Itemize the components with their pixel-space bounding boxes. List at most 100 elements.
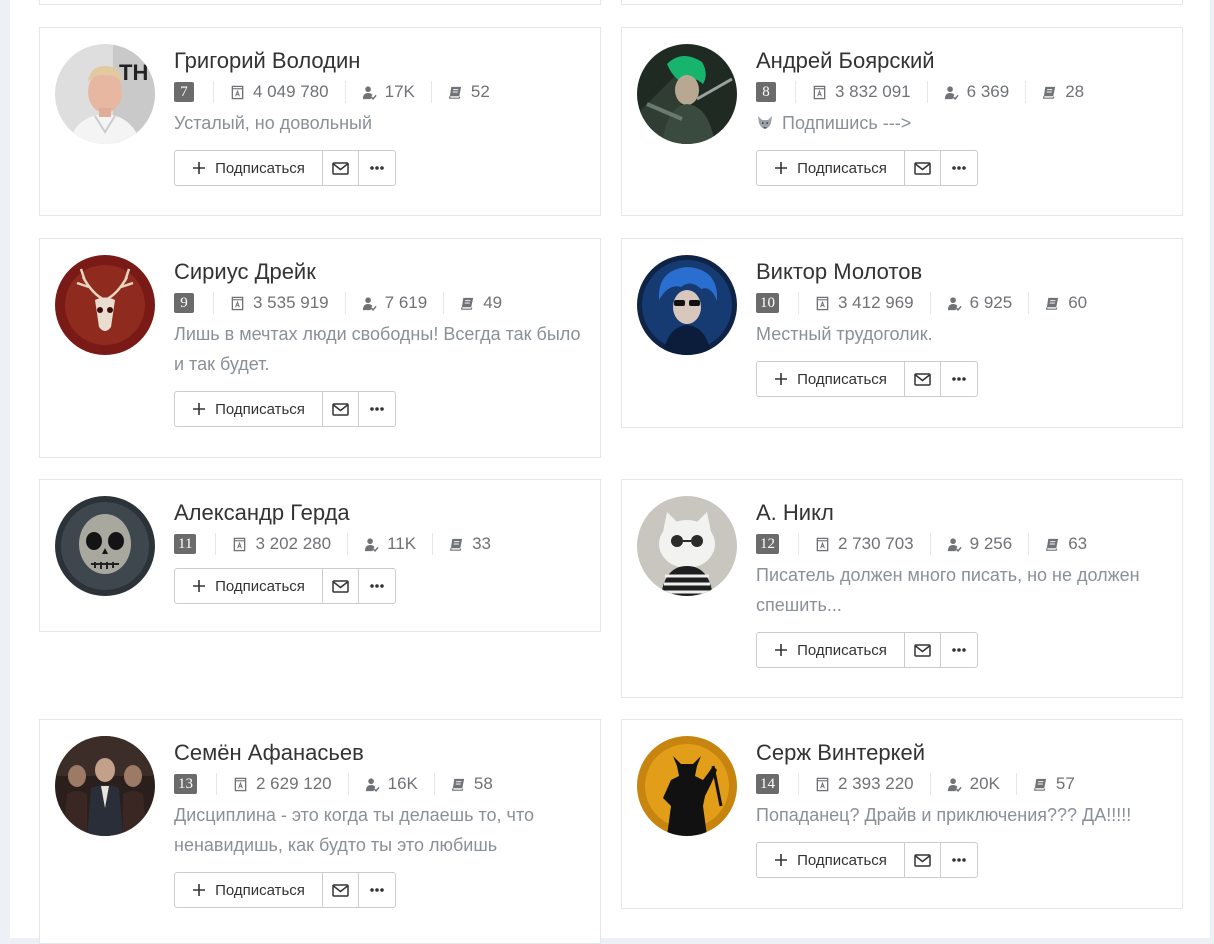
author-status: Писатель должен много писать, но не долж… — [756, 565, 1140, 615]
author-status: Усталый, но довольный — [174, 113, 373, 133]
followers-count: 9 256 — [969, 534, 1013, 553]
author-avatar[interactable]: TH — [55, 44, 155, 144]
message-button[interactable] — [905, 843, 941, 877]
followers-icon — [362, 85, 377, 100]
message-button[interactable] — [323, 569, 359, 603]
wolf-icon — [758, 116, 772, 129]
envelope-icon — [332, 161, 349, 175]
followers-count: 6 925 — [969, 293, 1013, 312]
ellipsis-icon — [370, 888, 384, 892]
author-card: А. Никл 12 2 730 703 9 256 63 Писатель д… — [621, 479, 1183, 698]
author-name[interactable]: Григорий Володин — [174, 46, 588, 76]
book-counter-icon — [816, 296, 829, 310]
message-button[interactable] — [905, 633, 941, 667]
subscribe-button[interactable]: Подписаться — [175, 392, 323, 426]
author-actions: Подписаться — [174, 568, 396, 604]
more-button[interactable] — [941, 151, 977, 185]
subscribe-label: Подписаться — [797, 641, 887, 659]
reads-count: 4 049 780 — [253, 82, 329, 101]
followers-count: 7 619 — [384, 293, 428, 312]
book-counter-icon — [231, 85, 244, 99]
author-name[interactable]: Сириус Дрейк — [174, 257, 588, 287]
message-button[interactable] — [323, 392, 359, 426]
author-avatar[interactable] — [55, 496, 155, 596]
books-icon — [461, 297, 474, 310]
message-button[interactable] — [905, 362, 941, 396]
subscribe-button[interactable]: Подписаться — [175, 151, 323, 185]
envelope-icon — [914, 643, 931, 657]
author-status: Лишь в мечтах люди свободны! Всегда так … — [174, 324, 581, 374]
subscribe-button[interactable]: Подписаться — [757, 151, 905, 185]
subscribe-button[interactable]: Подписаться — [175, 569, 323, 603]
author-card: Андрей Боярский 8 3 832 091 6 369 28 Под… — [621, 27, 1183, 216]
subscribe-button[interactable]: Подписаться — [757, 633, 905, 667]
books-count: 49 — [483, 293, 503, 312]
author-name[interactable]: Виктор Молотов — [756, 257, 1170, 287]
envelope-icon — [332, 883, 349, 897]
subscribe-button[interactable]: Подписаться — [757, 362, 905, 396]
author-name[interactable]: Семён Афанасьев — [174, 738, 588, 768]
ellipsis-icon — [370, 584, 384, 588]
author-avatar[interactable] — [55, 736, 155, 836]
previous-card-right — [621, 0, 1183, 5]
rank-badge: 13 — [174, 774, 197, 794]
ellipsis-icon — [952, 377, 966, 381]
followers-icon — [362, 296, 377, 311]
more-button[interactable] — [359, 873, 395, 907]
author-name[interactable]: Серж Винтеркей — [756, 738, 1170, 768]
plus-icon — [193, 884, 206, 896]
subscribe-button[interactable]: Подписаться — [757, 843, 905, 877]
plus-icon — [193, 162, 206, 174]
book-counter-icon — [816, 777, 829, 791]
author-name[interactable]: Александр Герда — [174, 498, 588, 528]
followers-icon — [947, 777, 962, 792]
more-button[interactable] — [941, 843, 977, 877]
author-card: Сириус Дрейк 9 3 535 919 7 619 49 Лишь в… — [39, 238, 601, 458]
subscribe-label: Подписаться — [797, 159, 887, 177]
followers-icon — [947, 537, 962, 552]
message-button[interactable] — [905, 151, 941, 185]
author-card: Виктор Молотов 10 3 412 969 6 925 60 Мес… — [621, 238, 1183, 428]
books-icon — [1033, 778, 1047, 791]
followers-count: 11K — [387, 534, 417, 553]
envelope-icon — [914, 372, 931, 386]
followers-icon — [365, 537, 379, 552]
books-icon — [451, 778, 465, 791]
author-status: Подпишись ---> — [756, 108, 1170, 138]
author-name[interactable]: А. Никл — [756, 498, 1170, 528]
author-card: Серж Винтеркей 14 2 393 220 20K 57 Попад… — [621, 719, 1183, 909]
author-actions: Подписаться — [756, 361, 978, 397]
followers-count: 6 369 — [966, 82, 1010, 101]
more-button[interactable] — [941, 633, 977, 667]
author-avatar[interactable] — [637, 255, 737, 355]
subscribe-label: Подписаться — [797, 370, 887, 388]
author-card: Семён Афанасьев 13 2 629 120 16K 58 Дисц… — [39, 719, 601, 944]
message-button[interactable] — [323, 873, 359, 907]
author-avatar[interactable] — [637, 44, 737, 144]
reads-count: 3 412 969 — [838, 293, 914, 312]
author-avatar[interactable] — [55, 255, 155, 355]
author-actions: Подписаться — [174, 391, 396, 427]
svg-text:TH: TH — [119, 60, 148, 85]
followers-icon — [947, 296, 962, 311]
author-actions: Подписаться — [756, 632, 978, 668]
book-counter-icon — [231, 296, 244, 310]
books-icon — [1043, 86, 1056, 99]
more-button[interactable] — [941, 362, 977, 396]
books-count: 57 — [1055, 774, 1075, 793]
reads-count: 3 535 919 — [253, 293, 329, 312]
subscribe-label: Подписаться — [215, 881, 305, 899]
more-button[interactable] — [359, 569, 395, 603]
subscribe-button[interactable]: Подписаться — [175, 873, 323, 907]
books-count: 58 — [473, 774, 493, 793]
reads-count: 2 730 703 — [838, 534, 914, 553]
more-button[interactable] — [359, 151, 395, 185]
message-button[interactable] — [323, 151, 359, 185]
author-avatar[interactable] — [637, 736, 737, 836]
rank-badge: 10 — [756, 293, 779, 313]
more-button[interactable] — [359, 392, 395, 426]
author-avatar[interactable] — [637, 496, 737, 596]
reads-count: 3 832 091 — [835, 82, 911, 101]
previous-card-left — [39, 0, 601, 5]
author-name[interactable]: Андрей Боярский — [756, 46, 1170, 76]
